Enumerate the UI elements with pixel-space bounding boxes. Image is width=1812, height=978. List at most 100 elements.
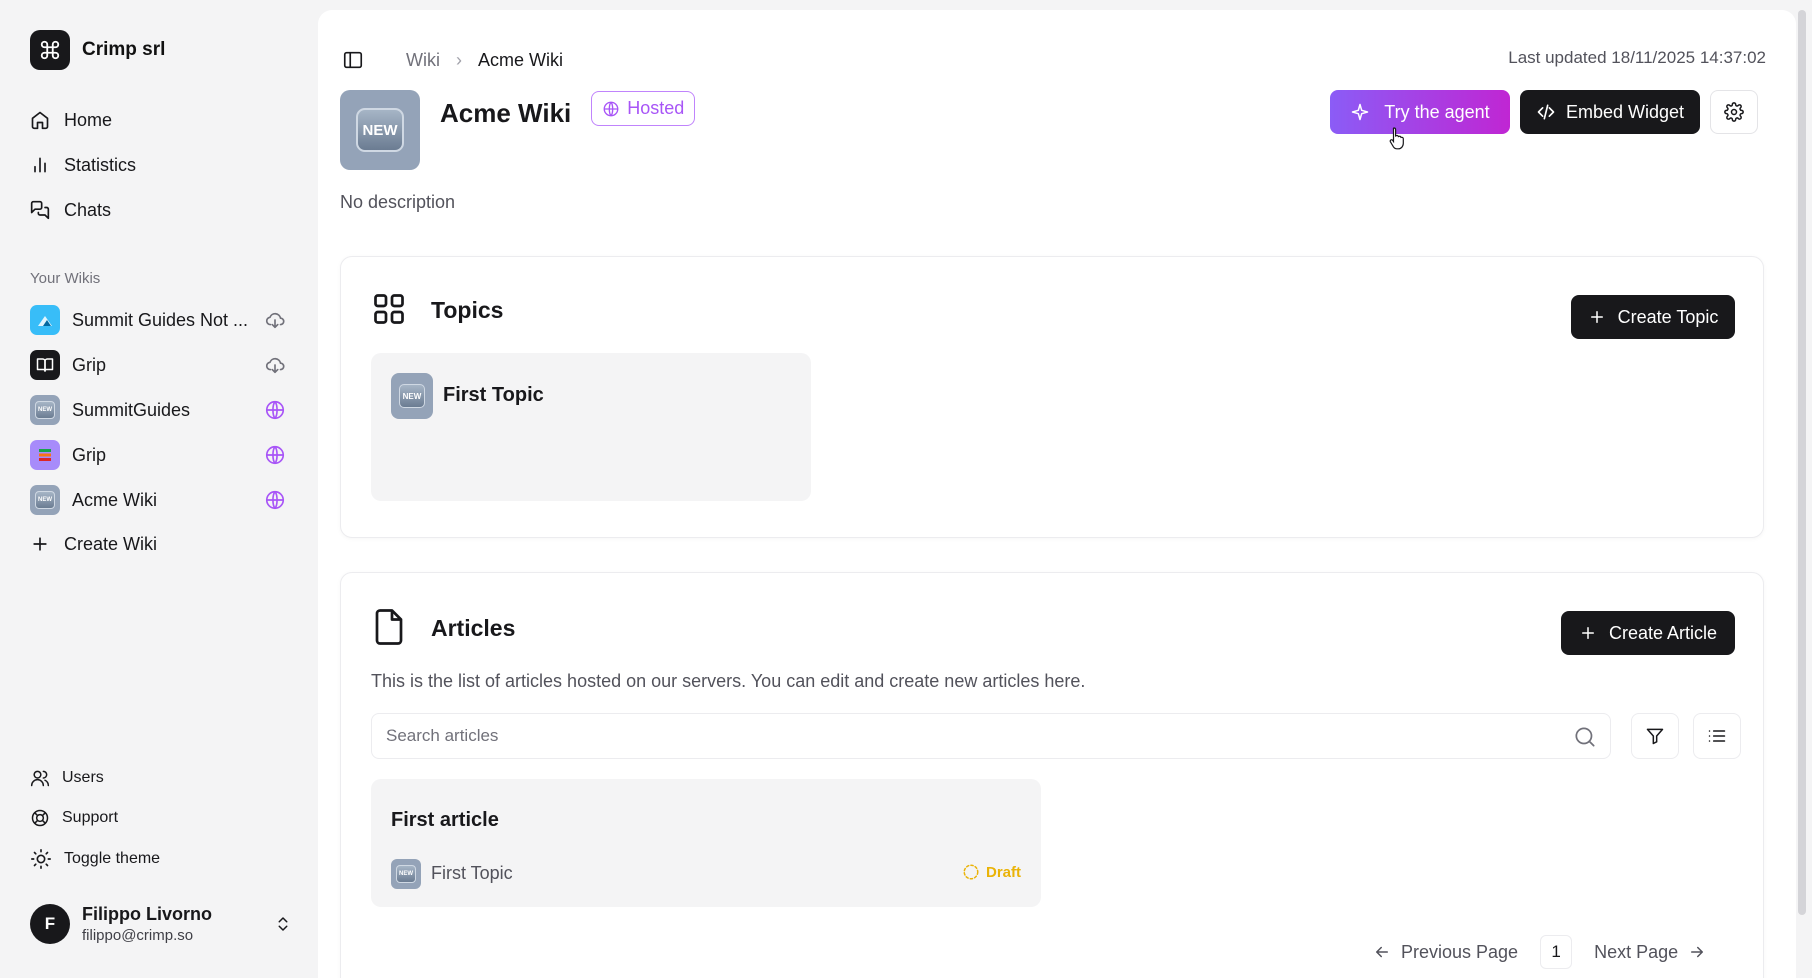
sidebar-wiki-summit-guides-not[interactable]: Summit Guides Not ... xyxy=(30,303,286,337)
article-title: First article xyxy=(391,809,499,831)
sparkle-icon xyxy=(1350,102,1370,122)
sidebar-toggle-icon[interactable] xyxy=(342,49,364,71)
user-name: Filippo Livorno xyxy=(82,904,212,924)
breadcrumb-current: Acme Wiki xyxy=(478,49,563,70)
main-panel: Wiki › Acme Wiki Last updated 18/11/2025… xyxy=(318,10,1796,978)
last-updated: Last updated 18/11/2025 14:37:02 xyxy=(1508,48,1766,67)
user-menu[interactable]: F Filippo Livorno filippo@crimp.so xyxy=(30,904,292,944)
breadcrumb-separator: › xyxy=(456,49,462,70)
list-view-button[interactable] xyxy=(1693,713,1741,759)
gear-icon xyxy=(1724,102,1744,122)
nav-users-label: Users xyxy=(62,769,104,786)
topic-thumbnail: NEW xyxy=(391,373,433,419)
filter-button[interactable] xyxy=(1631,713,1679,759)
articles-card: Articles Create Article This is the list… xyxy=(340,572,1764,978)
topic-name: First Topic xyxy=(443,384,544,406)
globe-icon xyxy=(264,489,286,511)
try-agent-button[interactable]: Try the agent xyxy=(1330,90,1510,134)
chevrons-up-down-icon xyxy=(274,915,292,933)
nav-chats-label: Chats xyxy=(64,199,112,220)
current-page[interactable]: 1 xyxy=(1540,935,1573,969)
users-icon xyxy=(30,768,50,788)
wiki-name: SummitGuides xyxy=(72,399,191,420)
home-icon xyxy=(30,110,50,130)
list-icon xyxy=(1707,726,1727,746)
nav-support[interactable]: Support xyxy=(30,808,118,828)
status-label: Draft xyxy=(985,863,1021,881)
org-name: Crimp srl xyxy=(82,39,166,60)
search-icon[interactable] xyxy=(1572,724,1598,750)
file-icon xyxy=(371,607,407,647)
globe-icon xyxy=(602,100,620,118)
nav-home-label: Home xyxy=(64,109,113,130)
sidebar-wiki-grip-2[interactable]: Grip xyxy=(30,438,286,472)
sidebar-wiki-acme-wiki[interactable]: NEW Acme Wiki xyxy=(30,483,286,517)
nav-chats[interactable]: Chats xyxy=(30,195,111,225)
embed-widget-button[interactable]: Embed Widget xyxy=(1520,90,1700,134)
scrollbar[interactable] xyxy=(1798,10,1806,915)
create-wiki-label: Create Wiki xyxy=(64,533,158,554)
wiki-name: Grip xyxy=(72,444,107,465)
next-page-label: Next Page xyxy=(1594,941,1679,962)
org-switcher[interactable]: Crimp srl xyxy=(30,30,165,70)
topics-card: Topics Create Topic NEW First Topic xyxy=(340,256,1764,538)
next-page-button[interactable]: Next Page xyxy=(1594,942,1706,963)
breadcrumb-wiki-link[interactable]: Wiki xyxy=(406,50,440,71)
cloud-download-icon xyxy=(264,354,286,376)
nav-statistics-label: Statistics xyxy=(64,154,137,175)
chat-bubbles-icon xyxy=(30,200,50,220)
toggle-theme-button[interactable]: Toggle theme xyxy=(30,848,160,870)
create-article-label: Create Article xyxy=(1608,622,1718,643)
nav-home[interactable]: Home xyxy=(30,105,112,135)
cloud-download-icon xyxy=(264,309,286,331)
command-icon xyxy=(30,30,70,70)
previous-page-button[interactable]: Previous Page xyxy=(1373,942,1518,963)
nav-statistics[interactable]: Statistics xyxy=(30,150,136,180)
loader-icon xyxy=(962,863,980,881)
globe-icon xyxy=(264,444,286,466)
try-agent-label: Try the agent xyxy=(1384,101,1490,122)
globe-icon xyxy=(264,399,286,421)
page-title: Acme Wiki xyxy=(440,98,572,128)
topics-title: Topics xyxy=(431,297,504,323)
search-box xyxy=(371,713,1611,759)
status-badge: Draft xyxy=(962,863,1021,881)
wiki-name: Acme Wiki xyxy=(72,489,157,510)
code-icon xyxy=(1536,102,1556,122)
article-topic: First Topic xyxy=(431,863,513,883)
create-topic-button[interactable]: Create Topic xyxy=(1571,295,1735,339)
arrow-right-icon xyxy=(1688,943,1706,961)
hosted-badge: Hosted xyxy=(591,91,696,126)
create-article-button[interactable]: Create Article xyxy=(1561,611,1735,655)
pointer-cursor-icon xyxy=(1388,126,1408,150)
arrow-left-icon xyxy=(1373,943,1391,961)
user-email: filippo@crimp.so xyxy=(82,927,194,944)
create-topic-label: Create Topic xyxy=(1617,306,1719,327)
sun-icon xyxy=(30,848,52,870)
nav-support-label: Support xyxy=(62,809,119,826)
topic-card[interactable]: NEW First Topic xyxy=(371,353,811,501)
previous-page-label: Previous Page xyxy=(1401,941,1519,962)
embed-widget-label: Embed Widget xyxy=(1565,101,1685,122)
lifebuoy-icon xyxy=(30,808,50,828)
wiki-name: Summit Guides Not ... xyxy=(72,309,249,330)
article-card[interactable]: First article NEW First Topic Draft xyxy=(371,779,1041,907)
nav-users[interactable]: Users xyxy=(30,768,104,788)
create-wiki-button[interactable]: Create Wiki xyxy=(30,529,157,559)
search-input[interactable] xyxy=(386,714,1566,758)
plus-icon xyxy=(30,534,50,554)
wiki-thumbnail: NEW xyxy=(30,395,60,425)
toggle-theme-label: Toggle theme xyxy=(64,850,161,867)
sidebar: Crimp srl Home Statistics Chats Your Wik… xyxy=(0,0,318,978)
your-wikis-label: Your Wikis xyxy=(30,270,101,287)
articles-title: Articles xyxy=(431,615,516,641)
wiki-thumbnail: NEW xyxy=(340,90,420,170)
settings-button[interactable] xyxy=(1710,90,1758,134)
hosted-label: Hosted xyxy=(627,98,685,118)
topic-thumbnail: NEW xyxy=(391,859,421,889)
sidebar-wiki-grip[interactable]: Grip xyxy=(30,348,286,382)
sidebar-wiki-summitguides[interactable]: NEW SummitGuides xyxy=(30,393,286,427)
filter-icon xyxy=(1645,726,1665,746)
wiki-name: Grip xyxy=(72,354,107,375)
bar-chart-icon xyxy=(30,155,50,175)
